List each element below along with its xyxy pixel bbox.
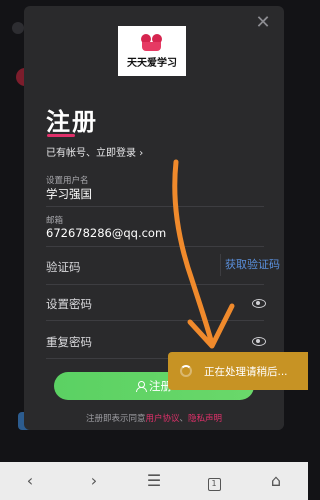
toast-text: 正在处理请稍后... (204, 365, 288, 378)
loading-toast: 正在处理请稍后... (168, 352, 308, 390)
spinner-icon (180, 365, 192, 377)
title-underline (47, 134, 75, 137)
terms-prefix: 注册即表示同意 (85, 414, 146, 424)
divider (46, 320, 264, 321)
user-agreement-link[interactable]: 用户协议 (145, 414, 179, 424)
terms-separator: 、 (179, 414, 189, 424)
page-title: 注册 (46, 108, 98, 136)
email-field[interactable]: 672678286@qq.com (46, 226, 166, 240)
background-avatar (12, 22, 24, 34)
verify-code-input[interactable]: 验证码 (46, 259, 81, 275)
username-field[interactable]: 学习强国 (46, 186, 92, 202)
username-label: 设置用户名 (46, 176, 89, 186)
user-icon (136, 381, 147, 392)
logo-mark-icon (141, 33, 163, 52)
privacy-policy-link[interactable]: 隐私声明 (188, 414, 222, 424)
login-link[interactable]: 已有帐号、立即登录 › (46, 144, 143, 159)
login-link-label: 已有帐号、立即登录 (46, 148, 136, 159)
logo-text: 天天爱学习 (127, 57, 177, 69)
tabs-count: 1 (207, 478, 221, 491)
eye-icon[interactable] (252, 299, 266, 308)
email-label: 邮箱 (46, 216, 64, 226)
chevron-right-icon: › (139, 148, 144, 159)
divider (46, 284, 264, 285)
divider (46, 206, 264, 207)
confirm-password-input[interactable]: 重复密码 (46, 334, 92, 350)
tabs-button[interactable]: 1 (204, 472, 224, 491)
divider (46, 246, 264, 247)
browser-navbar: ‹ › ☰ 1 ⌂ (0, 462, 308, 500)
terms-text: 注册即表示同意用户协议、隐私声明 (24, 412, 284, 424)
forward-icon[interactable]: › (84, 472, 104, 490)
app-logo: 天天爱学习 (118, 26, 186, 76)
get-code-button[interactable]: 获取验证码 (220, 254, 284, 276)
menu-icon[interactable]: ☰ (144, 472, 164, 490)
home-icon[interactable]: ⌂ (266, 472, 286, 490)
eye-icon[interactable] (252, 337, 266, 346)
password-input[interactable]: 设置密码 (46, 296, 92, 312)
close-icon[interactable]: ✕ (254, 14, 272, 32)
back-icon[interactable]: ‹ (20, 472, 40, 490)
